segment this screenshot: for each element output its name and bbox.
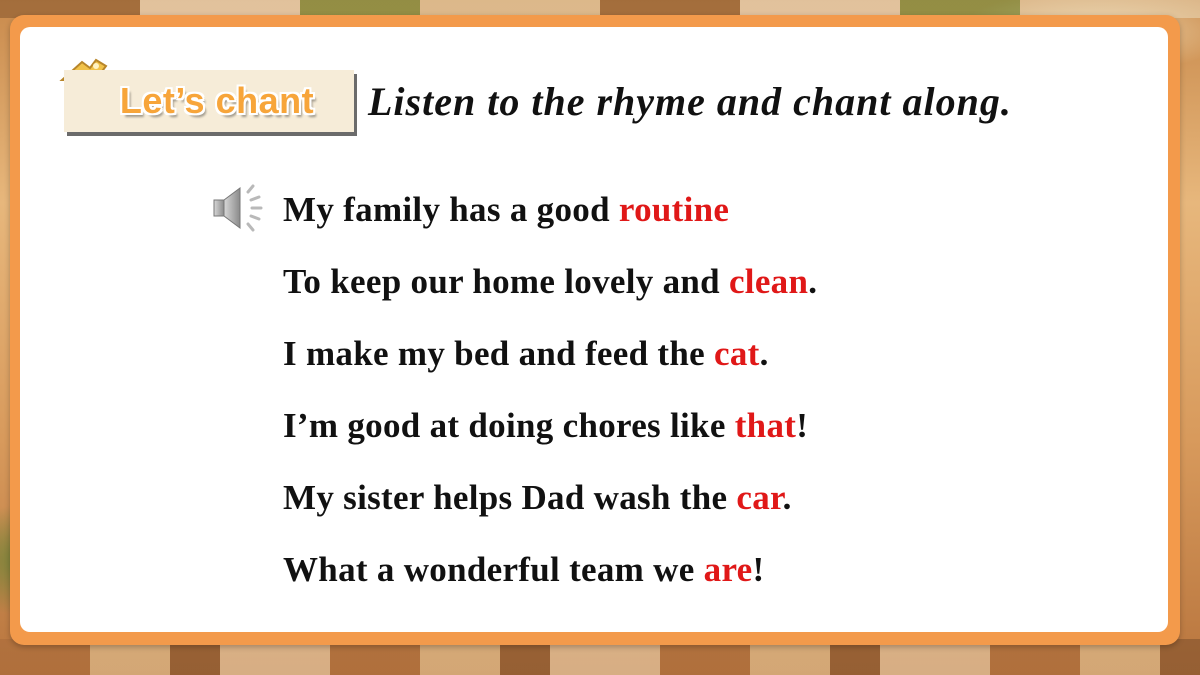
keyword: routine [618,190,730,229]
chant-line: What a wonderful team we are! [283,546,817,618]
chant-line: I make my bed and feed the cat. [283,330,817,402]
keyword: car [736,478,783,517]
line-punct: . [808,262,818,301]
chant-line: To keep our home lovely and clean. [283,258,817,330]
chant-line: My family has a good routine [283,186,817,258]
line-text: I make my bed and feed the [283,334,715,373]
line-text: To keep our home lovely and [283,262,729,301]
chant-lines: My family has a good routine To keep our… [283,186,817,618]
chant-line: My sister helps Dad wash the car. [283,474,817,546]
keyword: cat [714,334,760,373]
section-badge: Let’s chant [64,70,354,132]
instruction-text: Listen to the rhyme and chant along. [368,79,1012,124]
line-punct: . [782,478,792,517]
keyword: clean [728,262,809,301]
line-punct: . [759,334,769,373]
keyword: are [703,550,753,589]
line-punct: ! [796,406,809,445]
badge-label: Let’s chant [119,80,315,121]
keyword: that [734,406,797,445]
chant-line: I’m good at doing chores like that! [283,402,817,474]
line-text: I’m good at doing chores like [283,406,735,445]
line-text: My family has a good [283,190,619,229]
line-text: What a wonderful team we [283,550,704,589]
line-punct: ! [752,550,765,589]
speaker-icon[interactable] [208,180,272,236]
line-text: My sister helps Dad wash the [283,478,737,517]
